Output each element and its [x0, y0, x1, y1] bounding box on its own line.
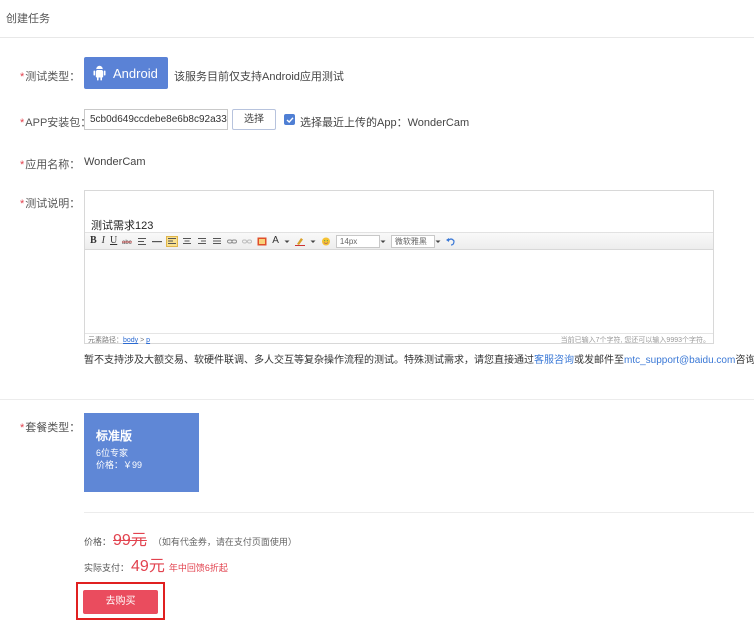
emoji-icon[interactable] [321, 237, 331, 246]
path-body-link[interactable]: body [123, 337, 138, 344]
dropdown-arrow-icon[interactable] [380, 237, 386, 246]
font-size-select[interactable]: 14px [335, 234, 380, 248]
dropdown-arrow-icon[interactable] [284, 237, 290, 246]
coupon-note: （如有代金券，请在支付页面使用） [152, 537, 297, 547]
format-icon[interactable] [137, 237, 147, 246]
android-button[interactable]: Android [84, 57, 168, 89]
char-count: 当前已输入7个字符, 您还可以输入9993个字符。 [560, 337, 710, 344]
test-type-label: *测试类型： [20, 68, 80, 84]
app-name-label-text: 应用名称： [25, 159, 81, 171]
element-path: 元素路径：body > p [88, 335, 150, 345]
package-experts: 6位专家 [96, 448, 129, 458]
actual-price: 49元 [131, 558, 165, 575]
align-right-icon[interactable] [197, 237, 207, 246]
underline-button[interactable]: U [110, 234, 117, 248]
image-icon[interactable] [257, 237, 267, 246]
android-icon [93, 65, 106, 80]
section-divider [0, 399, 754, 400]
app-package-label-text: APP安装包： [25, 117, 92, 129]
customer-service-link[interactable]: 客服咨询 [534, 355, 574, 366]
required-mark: * [20, 117, 25, 129]
font-color-button[interactable]: A [272, 234, 279, 248]
description-label: *测试说明： [20, 195, 80, 211]
editor-status-bar: 元素路径：body > p 当前已输入7个字符, 您还可以输入9993个字符。 [85, 333, 713, 344]
notice-text: 暂不支持涉及大额交易、软硬件联调、多人交互等复杂操作流程的测试。特殊测试需求，请… [84, 351, 754, 366]
package-card-standard[interactable]: 标准版 6位专家 价格：￥99 [84, 413, 199, 492]
editor-content[interactable]: 测试需求123 [91, 217, 153, 233]
recent-app-checkbox[interactable] [284, 114, 295, 125]
align-center-icon[interactable] [182, 237, 192, 246]
italic-button[interactable]: I [102, 234, 105, 248]
test-type-hint: 该服务目前仅支持Android应用测试 [174, 71, 344, 83]
page-title: 创建任务 [6, 13, 50, 25]
app-package-label: *APP安装包： [20, 114, 91, 130]
header-divider [0, 37, 754, 38]
undo-icon[interactable] [445, 237, 456, 246]
notice-body: 暂不支持涉及大额交易、软硬件联调、多人交互等复杂操作流程的测试。特殊测试需求，请… [84, 355, 534, 366]
required-mark: * [20, 71, 25, 83]
horizontal-rule-icon[interactable] [152, 237, 163, 246]
package-type-label: *套餐类型： [20, 419, 80, 435]
price-label: 价格： [84, 537, 112, 547]
required-mark: * [20, 159, 25, 171]
font-family-select[interactable]: 微软雅黑 [390, 234, 435, 248]
justify-icon[interactable] [212, 237, 222, 246]
unlink-icon[interactable] [242, 237, 253, 246]
dropdown-arrow-icon[interactable] [310, 237, 316, 246]
dropdown-arrow-icon[interactable] [435, 237, 441, 246]
actual-pay-label: 实际支付： [84, 563, 130, 573]
app-package-input[interactable]: 5cb0d649ccdebe8e6b8c92a33527f [84, 109, 228, 130]
check-icon [286, 116, 294, 123]
required-mark: * [20, 198, 25, 210]
app-name-value: WonderCam [84, 156, 146, 168]
package-type-label-text: 套餐类型： [25, 422, 81, 434]
actual-pay-row: 实际支付： 49元 年中回馈6折起 [84, 552, 228, 576]
description-editor[interactable]: 测试需求123 B I U abc A 14px 微软雅黑 元素路径：body … [84, 190, 714, 344]
required-mark: * [20, 422, 25, 434]
android-button-label: Android [113, 65, 158, 81]
buy-button[interactable]: 去购买 [83, 590, 158, 614]
path-p-link[interactable]: p [146, 337, 150, 344]
package-name: 标准版 [96, 429, 133, 443]
bold-button[interactable]: B [90, 234, 97, 248]
strikethrough-icon[interactable]: abc [122, 237, 133, 246]
pricing-divider [84, 512, 754, 513]
notice-tail: 咨询 [735, 355, 754, 366]
highlight-icon[interactable] [294, 237, 305, 246]
app-name-label: *应用名称： [20, 156, 80, 172]
element-path-label: 元素路径： [88, 337, 123, 344]
editor-toolbar: B I U abc A 14px 微软雅黑 [85, 232, 713, 250]
promo-text: 年中回馈6折起 [168, 563, 228, 573]
test-type-label-text: 测试类型： [25, 71, 81, 83]
package-price: 价格：￥99 [96, 460, 143, 470]
svg-text:abc: abc [122, 240, 132, 246]
path-separator: > [138, 337, 147, 344]
price-row: 价格： 99元 （如有代金券，请在支付页面使用） [84, 526, 297, 550]
original-price: 99元 [113, 532, 147, 549]
link-icon[interactable] [227, 237, 238, 246]
align-left-icon[interactable] [166, 235, 179, 247]
notice-mid: 或发邮件至 [574, 355, 624, 366]
recent-app-label: 选择最近上传的App：WonderCam [300, 117, 470, 129]
choose-button[interactable]: 选择 [232, 109, 276, 130]
description-label-text: 测试说明： [25, 198, 81, 210]
support-email-link[interactable]: mtc_support@baidu.com [624, 355, 735, 366]
